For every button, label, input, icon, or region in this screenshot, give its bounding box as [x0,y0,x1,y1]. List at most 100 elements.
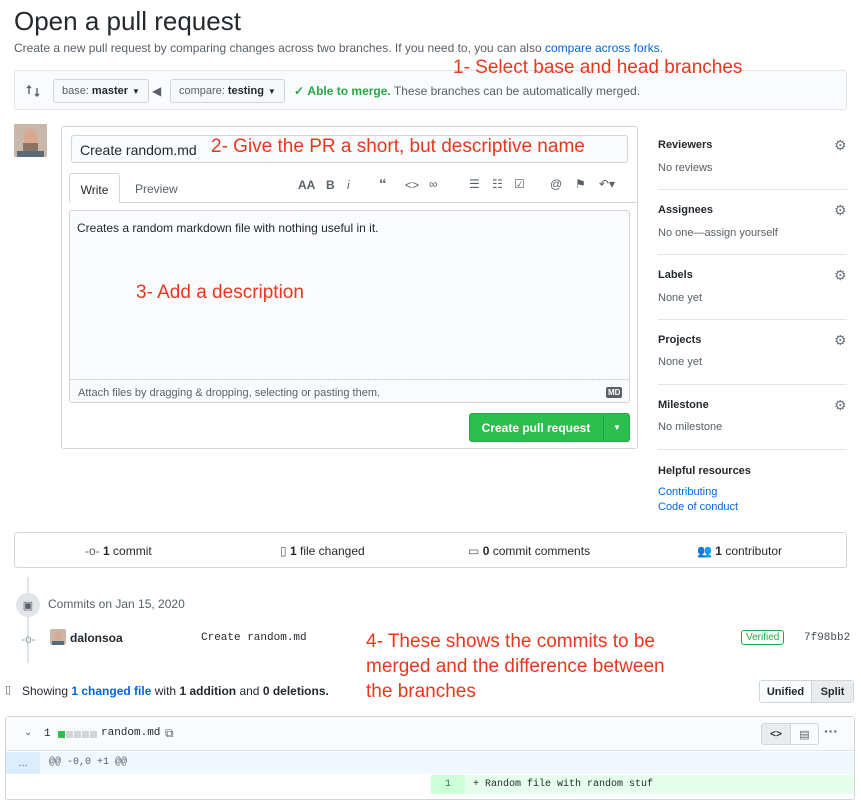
comments-label: commit comments [492,544,591,558]
italic-icon[interactable]: i [347,178,350,192]
merge-status: ✓ Able to merge. These branches can be a… [294,84,640,98]
task-list-icon[interactable]: ☑ [514,177,525,191]
code-of-conduct-link[interactable]: Code of conduct [658,501,738,513]
labels-value: None yet [658,292,703,304]
gear-icon[interactable]: ⚙ [834,332,847,349]
annotation-3: 3- Add a description [136,282,304,303]
hunk-header-row [6,752,854,774]
annotation-2: 2- Give the PR a short, but descriptive … [211,136,585,158]
create-pr-button[interactable]: Create pull request [469,413,603,442]
diff-view-toggle: Unified Split [759,680,854,703]
projects-title: Projects [658,334,702,346]
commit-group-icon: ▣ [16,593,40,617]
tab-write[interactable]: Write [69,173,120,203]
assignees-value[interactable]: No one—assign yourself [658,227,778,239]
split-button[interactable]: Split [812,681,853,702]
gear-icon[interactable]: ⚙ [834,202,847,219]
diff-summary: Showing 1 changed file with 1 addition a… [22,684,329,698]
markdown-icon: MD [606,387,623,398]
commit-node-icon: -o- [21,632,36,646]
contributors-label: contributor [725,544,783,558]
stat-commits[interactable]: -o- 1 commit [85,544,152,558]
chevron-down-icon: ▼ [132,86,140,96]
quote-icon[interactable]: “ [379,176,387,193]
changed-files-link[interactable]: 1 changed file [71,684,151,698]
commit-icon: -o- [85,544,100,558]
header-icon[interactable]: AA [298,178,315,192]
milestone-title: Milestone [658,399,709,411]
commit-author[interactable]: dalonsoa [70,631,123,645]
avatar [14,124,47,157]
compare-value: testing [227,85,264,97]
compare-forks-link[interactable]: compare across forks. [545,41,663,55]
annotation-4: 4- These shows the commits to be merged … [366,629,665,704]
pr-description-textarea[interactable] [69,210,630,403]
bold-icon[interactable]: B [326,178,335,192]
commit-sha[interactable]: 7f98bb2 [804,632,850,644]
tab-divider [119,202,637,203]
rich-diff-icon[interactable]: ▤ [791,724,818,744]
chevron-down-icon[interactable]: ⌄ [24,727,32,738]
with-text: with [154,684,177,698]
file-diff-icon: ▯ [280,544,287,558]
page-title: Open a pull request [14,6,241,36]
added-line-number[interactable]: 1 [431,775,465,794]
commits-date-header: Commits on Jan 15, 2020 [48,597,185,611]
code-icon[interactable]: <> [405,178,419,192]
contributing-link[interactable]: Contributing [658,486,717,498]
base-value: master [91,85,128,97]
tab-preview[interactable]: Preview [135,182,178,196]
attach-divider [69,379,630,380]
and-text: and [239,684,260,698]
timeline-line [27,577,29,663]
commits-count: 1 [103,544,110,558]
compare-branch-select[interactable]: compare: testing ▼ [170,79,285,103]
clipboard-icon[interactable]: ⧉ [165,726,174,741]
hunk-header: @@ -0,0 +1 @@ [49,757,128,768]
deletions-count: 0 deletions. [262,684,329,698]
merge-detail-text: These branches can be automatically merg… [393,84,641,98]
assignees-title: Assignees [658,204,714,216]
added-line-text: + Random file with random stuf [473,779,654,790]
annotation-4-line1: 4- These shows the commits to be [366,631,655,652]
sidebar-divider [658,449,847,450]
sidebar-divider [658,254,847,255]
diffstat-neutral [82,731,89,738]
additions-count: 1 addition [179,684,237,698]
reviewers-title: Reviewers [658,139,713,151]
attach-hint: Attach files by dragging & dropping, sel… [78,387,381,399]
labels-title: Labels [658,269,693,281]
commit-message[interactable]: Create random.md [201,632,307,644]
sidebar-divider [658,189,847,190]
stat-comments[interactable]: ▭ 0 commit comments [468,544,590,558]
base-label: base: [62,85,89,97]
stat-contributors[interactable]: 👥 1 contributor [697,544,782,558]
create-pr-dropdown-button[interactable]: ▼ [604,413,630,442]
expand-icon[interactable]: ... [6,752,40,774]
people-icon: 👥 [697,544,712,558]
unified-button[interactable]: Unified [760,681,812,702]
subtitle-text: Create a new pull request by comparing c… [14,41,542,55]
showing-text: Showing [22,684,69,698]
gear-icon[interactable]: ⚙ [834,397,847,414]
contributors-count: 1 [715,544,722,558]
diffstat-neutral [90,731,97,738]
bookmark-icon[interactable]: ⚑ [575,177,586,191]
gear-icon[interactable]: ⚙ [834,267,847,284]
annotation-4-line2: merged and the difference between [366,656,665,677]
bullet-list-icon[interactable]: ☰ [469,177,480,191]
milestone-value: No milestone [658,421,723,433]
kebab-icon[interactable]: ··· [824,723,838,739]
mention-icon[interactable]: @ [550,177,562,191]
link-icon[interactable]: ∞ [429,177,438,191]
verified-badge[interactable]: Verified [741,630,785,645]
reply-icon[interactable]: ↶▾ [599,177,615,191]
base-branch-select[interactable]: base: master ▼ [53,79,149,103]
stat-files[interactable]: ▯ 1 file changed [280,544,365,558]
gear-icon[interactable]: ⚙ [834,137,847,154]
chevron-down-icon: ▼ [267,86,276,96]
code-view-icon[interactable]: <> [762,724,791,744]
file-name[interactable]: random.md [101,727,160,739]
annotation-4-line3: the branches [366,681,476,702]
numbered-list-icon[interactable]: ☷ [492,177,503,191]
